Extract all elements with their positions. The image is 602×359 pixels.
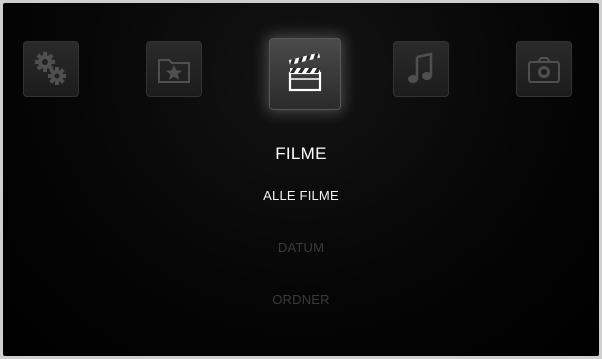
- menu-item-all-movies[interactable]: ALLE FILME: [3, 188, 599, 203]
- nav-item-photos[interactable]: [516, 41, 572, 97]
- nav-item-music[interactable]: [393, 41, 449, 97]
- menu-item-folder[interactable]: ORDNER: [3, 292, 599, 307]
- clapperboard-icon: [288, 52, 322, 92]
- nav-item-favorites[interactable]: [146, 41, 202, 97]
- nav-item-movies[interactable]: [269, 38, 341, 110]
- menu-item-date[interactable]: DATUM: [3, 240, 599, 255]
- star-folder-icon: [158, 59, 190, 83]
- category-nav: [3, 3, 599, 133]
- media-center-screen: FILME ALLE FILME DATUM ORDNER: [3, 3, 599, 356]
- nav-item-settings[interactable]: [23, 41, 79, 97]
- gears-icon: [35, 52, 66, 85]
- music-note-icon: [408, 52, 433, 83]
- camera-icon: [528, 57, 560, 83]
- section-title: FILME: [275, 144, 327, 163]
